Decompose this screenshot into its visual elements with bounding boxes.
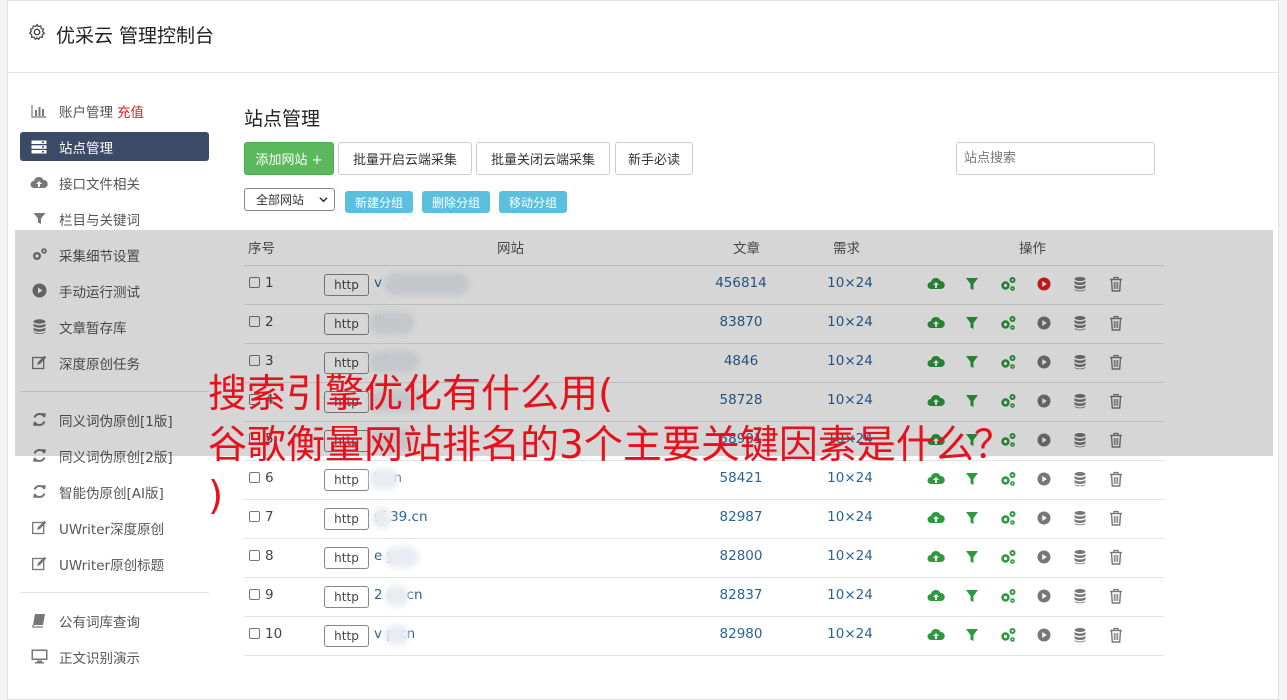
filter-icon bbox=[30, 210, 48, 228]
group-select[interactable]: 全部网站 bbox=[244, 188, 335, 211]
http-badge[interactable]: http bbox=[324, 586, 369, 608]
add-site-button[interactable]: 添加网站 + bbox=[244, 142, 334, 175]
database-icon[interactable] bbox=[1071, 587, 1089, 605]
sidebar-item-sites[interactable]: 站点管理 bbox=[20, 132, 209, 161]
play-circle-icon[interactable] bbox=[1035, 548, 1053, 566]
filter-icon[interactable] bbox=[963, 587, 981, 605]
chevron-down-icon bbox=[319, 197, 328, 203]
trash-icon[interactable] bbox=[1107, 587, 1125, 605]
app-title: 优采云 管理控制台 bbox=[56, 25, 215, 47]
filter-icon[interactable] bbox=[963, 548, 981, 566]
database-icon[interactable] bbox=[1071, 626, 1089, 644]
bar-chart-icon bbox=[30, 102, 48, 120]
delete-group-button[interactable]: 删除分组 bbox=[422, 191, 490, 213]
recharge-link[interactable]: 充值 bbox=[117, 101, 144, 121]
sidebar-item-label: 接口文件相关 bbox=[59, 176, 140, 193]
sidebar-item-label: 站点管理 bbox=[59, 140, 113, 157]
guide-button[interactable]: 新手必读 bbox=[615, 142, 693, 175]
sidebar-item-label: 正文识别演示 bbox=[59, 650, 140, 667]
group-select-value: 全部网站 bbox=[256, 193, 305, 207]
trash-icon[interactable] bbox=[1107, 548, 1125, 566]
sidebar-item-uwriter-title[interactable]: UWriter原创标题 bbox=[20, 549, 209, 578]
gears-icon[interactable] bbox=[999, 626, 1017, 644]
sidebar-item-label: UWriter深度原创 bbox=[59, 521, 165, 538]
play-circle-icon[interactable] bbox=[1035, 587, 1053, 605]
sidebar-item-ai-rewrite[interactable]: 智能伪原创[AI版] bbox=[20, 477, 209, 506]
article-count[interactable]: 82980 bbox=[699, 626, 783, 642]
headline-line-1: 搜索引擎优化有什么用( bbox=[208, 372, 614, 417]
table-row: 9http2 az.cn8283710×24 bbox=[244, 577, 1164, 617]
move-group-button[interactable]: 移动分组 bbox=[499, 191, 567, 213]
sidebar-item-text-detect[interactable]: 正文识别演示 bbox=[20, 642, 209, 671]
demand-value[interactable]: 10×24 bbox=[810, 626, 890, 642]
trash-icon[interactable] bbox=[1107, 626, 1125, 644]
row-checkbox[interactable] bbox=[249, 589, 260, 600]
redaction-blur bbox=[384, 585, 409, 607]
redaction-blur bbox=[384, 624, 409, 646]
cloud-upload-icon bbox=[30, 174, 48, 192]
row-actions bbox=[927, 626, 1132, 644]
article-count[interactable]: 82800 bbox=[699, 548, 783, 564]
new-group-button[interactable]: 新建分组 bbox=[345, 191, 413, 213]
row-index: 10 bbox=[265, 626, 283, 642]
sidebar-item-public-lexicon[interactable]: 公有词库查询 bbox=[20, 606, 209, 635]
row-checkbox[interactable] bbox=[249, 628, 260, 639]
sidebar-divider bbox=[20, 592, 209, 593]
table-row: 10httpv p.cn8298010×24 bbox=[244, 616, 1164, 656]
cloud-upload-icon[interactable] bbox=[927, 587, 945, 605]
edit-icon bbox=[30, 519, 48, 537]
headline-line-3: ) bbox=[208, 474, 224, 519]
headline-line-2: 谷歌衡量网站排名的3个主要关键因素是什么？ bbox=[208, 423, 1013, 468]
gears-icon[interactable] bbox=[999, 548, 1017, 566]
monitor-icon bbox=[30, 648, 48, 666]
site-search-input[interactable] bbox=[956, 142, 1155, 175]
sidebar-item-account[interactable]: 账户管理 充值 bbox=[20, 96, 209, 125]
demand-value[interactable]: 10×24 bbox=[810, 587, 890, 603]
row-index: 9 bbox=[265, 587, 274, 603]
overlay-headline: 搜索引擎优化有什么用( 谷歌衡量网站排名的3个主要关键因素是什么？ ) bbox=[208, 369, 1268, 522]
row-actions bbox=[927, 587, 1132, 605]
cloud-upload-icon[interactable] bbox=[927, 548, 945, 566]
sidebar-item-label: 账户管理 bbox=[59, 104, 113, 121]
sidebar-item-keywords[interactable]: 栏目与关键词 bbox=[20, 204, 209, 233]
gear-icon bbox=[28, 23, 46, 41]
sidebar-item-label: 栏目与关键词 bbox=[59, 212, 140, 229]
row-index: 8 bbox=[265, 548, 274, 564]
page-title: 站点管理 bbox=[244, 108, 321, 130]
sidebar-item-label: UWriter原创标题 bbox=[59, 557, 165, 574]
row-checkbox[interactable] bbox=[249, 550, 260, 561]
refresh-icon bbox=[30, 483, 48, 501]
play-circle-icon[interactable] bbox=[1035, 626, 1053, 644]
redaction-blur bbox=[384, 546, 419, 568]
book-icon bbox=[30, 612, 48, 630]
top-bar: 优采云 管理控制台 bbox=[8, 1, 1278, 73]
http-badge[interactable]: http bbox=[324, 625, 369, 647]
filter-icon[interactable] bbox=[963, 626, 981, 644]
batch-close-button[interactable]: 批量关闭云端采集 bbox=[476, 142, 610, 175]
sidebar-item-label: 公有词库查询 bbox=[59, 614, 140, 631]
sidebar-item-label: 智能伪原创[AI版] bbox=[59, 485, 164, 502]
table-row: 8httpe y.cn8280010×24 bbox=[244, 538, 1164, 578]
row-actions bbox=[927, 548, 1132, 566]
sidebar-item-uwriter-deep[interactable]: UWriter深度原创 bbox=[20, 513, 209, 542]
http-badge[interactable]: http bbox=[324, 547, 369, 569]
demand-value[interactable]: 10×24 bbox=[810, 548, 890, 564]
gears-icon[interactable] bbox=[999, 587, 1017, 605]
cloud-upload-icon[interactable] bbox=[927, 626, 945, 644]
edit-icon bbox=[30, 555, 48, 573]
batch-open-button[interactable]: 批量开启云端采集 bbox=[338, 142, 472, 175]
article-count[interactable]: 82837 bbox=[699, 587, 783, 603]
sidebar-item-interface[interactable]: 接口文件相关 bbox=[20, 168, 209, 197]
server-icon bbox=[30, 138, 48, 156]
database-icon[interactable] bbox=[1071, 548, 1089, 566]
